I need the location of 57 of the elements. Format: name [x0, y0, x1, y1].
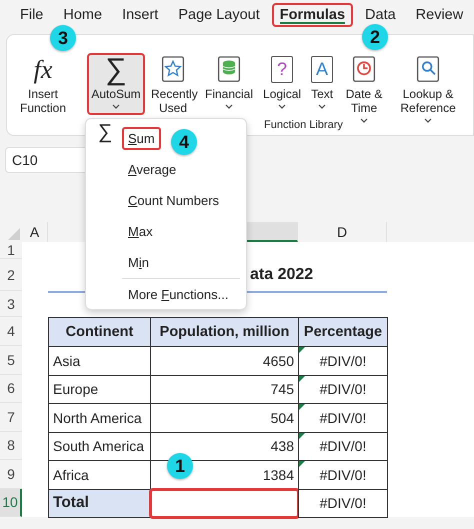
select-all-icon[interactable] — [8, 228, 20, 240]
column-header[interactable]: A — [22, 222, 48, 242]
clock-book-icon — [351, 55, 378, 85]
group-label: Function Library — [264, 119, 343, 131]
book-icon: A — [311, 56, 334, 83]
menu-item[interactable]: More Functions... — [122, 283, 234, 306]
ribbon-button[interactable]: Lookup & Reference — [391, 53, 466, 125]
function-icon: fx — [34, 55, 52, 85]
ribbon-button[interactable]: ∑ AutoSum — [87, 53, 145, 115]
column-header[interactable]: D — [298, 222, 387, 242]
ribbon-tab[interactable]: Insert — [114, 3, 166, 27]
coin-book-icon — [216, 55, 242, 85]
row-number[interactable]: 5 — [0, 346, 22, 374]
menu-item[interactable]: Max — [122, 220, 159, 243]
ribbon-tab[interactable]: Review — [408, 3, 472, 27]
row-number[interactable]: 9 — [0, 460, 22, 488]
table-header: Continent — [48, 317, 151, 347]
table-cell: #DIV/0! — [298, 488, 388, 518]
selected-cell[interactable] — [150, 488, 299, 518]
row-number[interactable]: 1 — [0, 242, 22, 259]
row-number[interactable]: 8 — [0, 432, 22, 460]
table-header: Population, million — [150, 317, 299, 347]
ribbon-tab[interactable]: Page Layout — [170, 3, 268, 27]
ribbon-tab[interactable]: File — [12, 3, 52, 27]
menu-item[interactable]: Count Numbers — [122, 189, 226, 212]
ribbon-button[interactable]: ? Logical — [259, 53, 306, 115]
table-cell: Total — [48, 488, 151, 518]
table-cell: #DIV/0! — [298, 432, 388, 461]
book-icon: ? — [271, 56, 294, 83]
table-cell: #DIV/0! — [298, 460, 388, 490]
column-header[interactable] — [387, 222, 474, 242]
sheet-title: ata 2022 — [250, 266, 314, 283]
row-number[interactable]: 2 — [0, 259, 22, 291]
sigma-icon: ∑ — [98, 121, 112, 144]
star-book-icon — [160, 55, 186, 85]
search-book-icon — [415, 55, 442, 85]
step-badge: 3 — [50, 25, 76, 51]
sigma-icon: ∑ — [105, 55, 127, 85]
table-cell: #DIV/0! — [298, 403, 388, 432]
ribbon-button[interactable]: Financial — [201, 53, 258, 115]
step-badge: 2 — [362, 24, 388, 50]
table-header: Percentage — [298, 317, 388, 347]
row-number[interactable]: 6 — [0, 374, 22, 403]
row-number[interactable]: 3 — [0, 291, 22, 317]
row-number[interactable]: 4 — [0, 317, 22, 346]
row-number[interactable]: 7 — [0, 403, 22, 432]
ribbon-tab[interactable]: Formulas — [272, 3, 354, 27]
row-number[interactable]: 10 — [0, 488, 22, 517]
ribbon-button[interactable]: A Text — [307, 53, 338, 115]
menu-item[interactable]: Min — [122, 251, 155, 274]
table-cell: #DIV/0! — [298, 374, 388, 404]
table-cell: #DIV/0! — [298, 346, 388, 376]
ribbon-button[interactable]: fx Insert Function — [13, 53, 73, 117]
ribbon-tab[interactable]: Home — [55, 3, 110, 27]
ribbon-tab[interactable]: Data — [357, 3, 404, 27]
menu-item[interactable]: Sum — [122, 127, 161, 150]
menu-item[interactable]: Average — [122, 158, 182, 181]
